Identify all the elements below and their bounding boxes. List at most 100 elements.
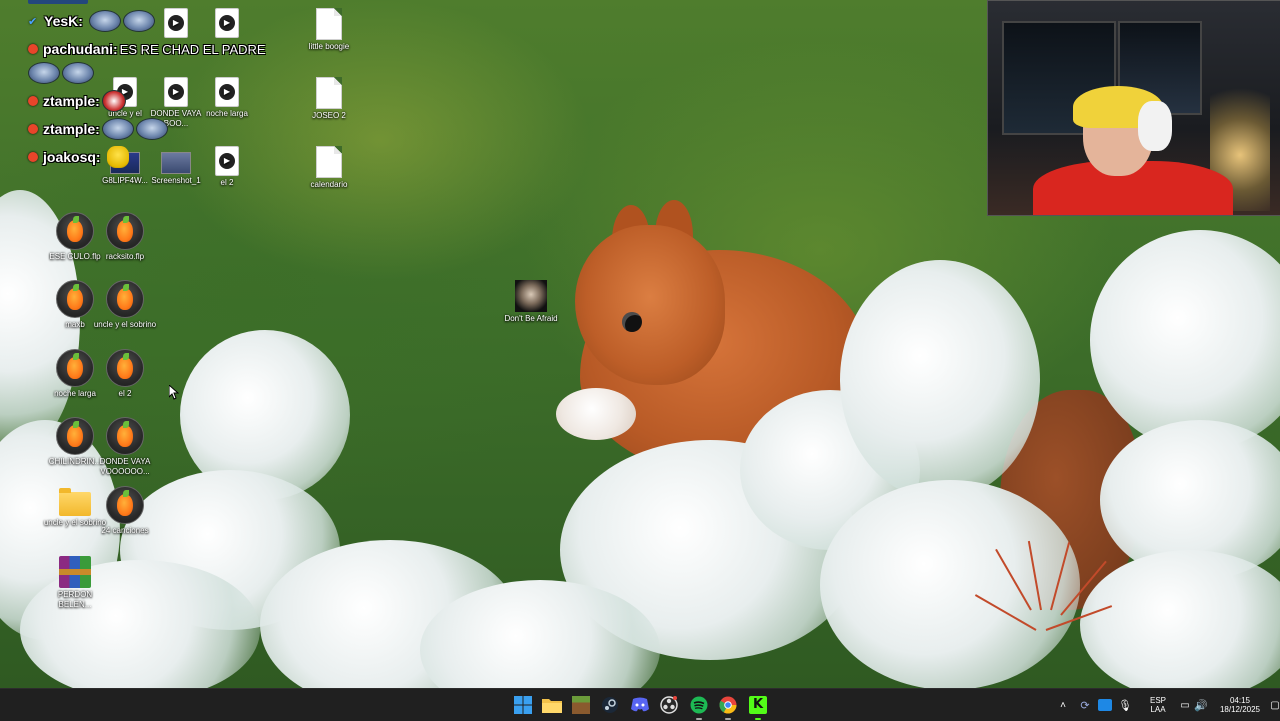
fl-studio-icon [56,280,94,318]
chat-message [28,62,94,84]
chat-badge-icon [28,152,38,162]
document-file-icon [316,8,342,40]
chat-message: ztample: [28,118,168,140]
desktop-icon-label: 24 canciones [101,526,149,535]
snow-branch [820,480,1080,688]
desktop-icon-flp[interactable]: DONDE VAYA VOOOOOO... [93,417,157,477]
desktop-icon-flp[interactable]: 24 canciones [93,486,157,536]
volume-icon[interactable]: 🔊 [1194,699,1208,712]
desktop-icon-file[interactable]: calendario [297,146,361,190]
start-button[interactable] [511,693,535,717]
system-tray: ˄ ⟳ 🎙 ESP LAA ▭ 🔊 04:15 18/12/2025 ▢ [1056,689,1280,721]
fl-studio-icon [56,349,94,387]
desktop-icon-video[interactable]: ▶ el 2 [195,146,259,188]
desktop-icon-shortcut[interactable]: Don't Be Afraid [499,280,563,324]
obs-icon [660,696,678,714]
desktop-icon-label: maxb [65,320,85,329]
network-icon[interactable]: ▭ [1178,700,1192,711]
desktop-icon-label: DONDE VAYA VOOOOOO... [99,457,151,476]
desktop-icon-label: Screenshot_1 [151,176,201,185]
taskbar-obs[interactable] [657,693,681,717]
desktop-icon-label: el 2 [220,178,234,187]
taskbar-steam[interactable] [598,693,622,717]
desktop-icon-label: noche larga [54,389,96,398]
microphone-icon[interactable]: 🎙 [1118,699,1132,712]
desktop-icon-label: calendario [310,180,348,189]
kick-icon: K [749,696,767,714]
desktop-icon-video[interactable]: ▶ noche larga [195,77,259,119]
taskbar-spotify[interactable] [687,693,711,720]
chat-emote [62,62,94,84]
headphones [1138,101,1172,151]
desktop-icon-video[interactable]: ▶ [195,8,259,40]
folder-icon [542,699,562,713]
desktop-icon-flp[interactable]: racksito.flp [93,212,157,262]
document-file-icon [316,146,342,178]
chat-emote [106,146,129,168]
image-thumbnail-icon [161,152,191,174]
snowball [556,388,636,440]
fl-studio-icon [56,417,94,455]
language-indicator[interactable]: ESP LAA [1146,696,1170,714]
winrar-archive-icon [59,556,91,588]
video-file-icon: ▶ [215,146,239,176]
chat-message: ztample: [28,90,126,112]
chat-username: ztample: [43,121,100,137]
desktop-icon-file[interactable]: little boogie [297,8,361,52]
folder-icon [59,488,91,516]
chat-message: pachudani: ES RE CHAD EL PADRE [28,38,266,60]
verified-check-icon: ✔ [28,15,38,28]
video-file-icon: ▶ [215,8,239,38]
taskbar: K ˄ ⟳ 🎙 ESP LAA ▭ 🔊 04:15 18/12/2025 ▢ [0,688,1280,721]
fl-studio-icon [106,212,144,250]
chat-text: ES RE CHAD EL PADRE [119,41,266,57]
discord-icon [631,697,649,712]
windows-icon [514,696,532,714]
chrome-icon [719,696,737,714]
video-file-icon: ▶ [164,8,188,38]
meme-image-icon [515,280,547,312]
desktop-icon-flp[interactable]: el 2 [93,349,157,399]
webcam-overlay [987,0,1280,216]
clock[interactable]: 04:15 18/12/2025 [1218,696,1262,714]
taskbar-discord[interactable] [628,693,652,717]
chat-emote [28,62,60,84]
chat-emote [101,90,126,112]
taskbar-minecraft[interactable] [569,693,593,717]
sync-icon[interactable]: ⟳ [1076,699,1094,712]
taskbar-kick[interactable]: K [746,693,770,720]
taskbar-file-explorer[interactable] [540,693,564,717]
chat-emote [101,118,134,140]
chat-message: joakosq: [28,146,129,168]
keyboard-layout: LAA [1150,705,1166,714]
chat-emote [122,10,155,32]
video-file-icon: ▶ [164,77,188,107]
desktop-icon-label: noche larga [206,109,248,118]
chat-emote [135,118,168,140]
chat-emote-partial [28,0,88,4]
chat-username: YesK: [44,13,83,29]
notification-icon[interactable]: ▢ [1268,700,1280,711]
chevron-up-icon[interactable]: ˄ [1056,700,1070,711]
taskbar-chrome[interactable] [716,693,740,720]
desktop-icon-label: little boogie [308,42,350,51]
fl-studio-icon [106,417,144,455]
steam-icon [602,697,618,713]
squirrel-eye [622,312,642,332]
grass-block-icon [572,696,590,714]
mouse-pointer-icon [169,385,179,400]
desktop-icon-rar[interactable]: PERDON BELEN... [43,556,107,610]
chat-username: pachudani: [43,41,118,57]
desktop-icon-label: Don't Be Afraid [504,314,558,323]
snow-branch [840,260,1040,500]
chat-badge-icon [28,44,38,54]
desktop-icon-label: G8LIPF4W... [102,176,148,185]
fl-studio-icon [56,212,94,250]
chat-username: joakosq: [43,149,101,165]
chat-message: ✔ YesK: [28,10,155,32]
document-file-icon [316,77,342,109]
app-tray-icon[interactable] [1098,699,1112,711]
desktop-icon-label: racksito.flp [105,252,145,261]
desktop-icon-file[interactable]: JOSEO 2 [297,77,361,121]
desktop-icon-flp[interactable]: uncle y el sobrino [93,280,157,330]
